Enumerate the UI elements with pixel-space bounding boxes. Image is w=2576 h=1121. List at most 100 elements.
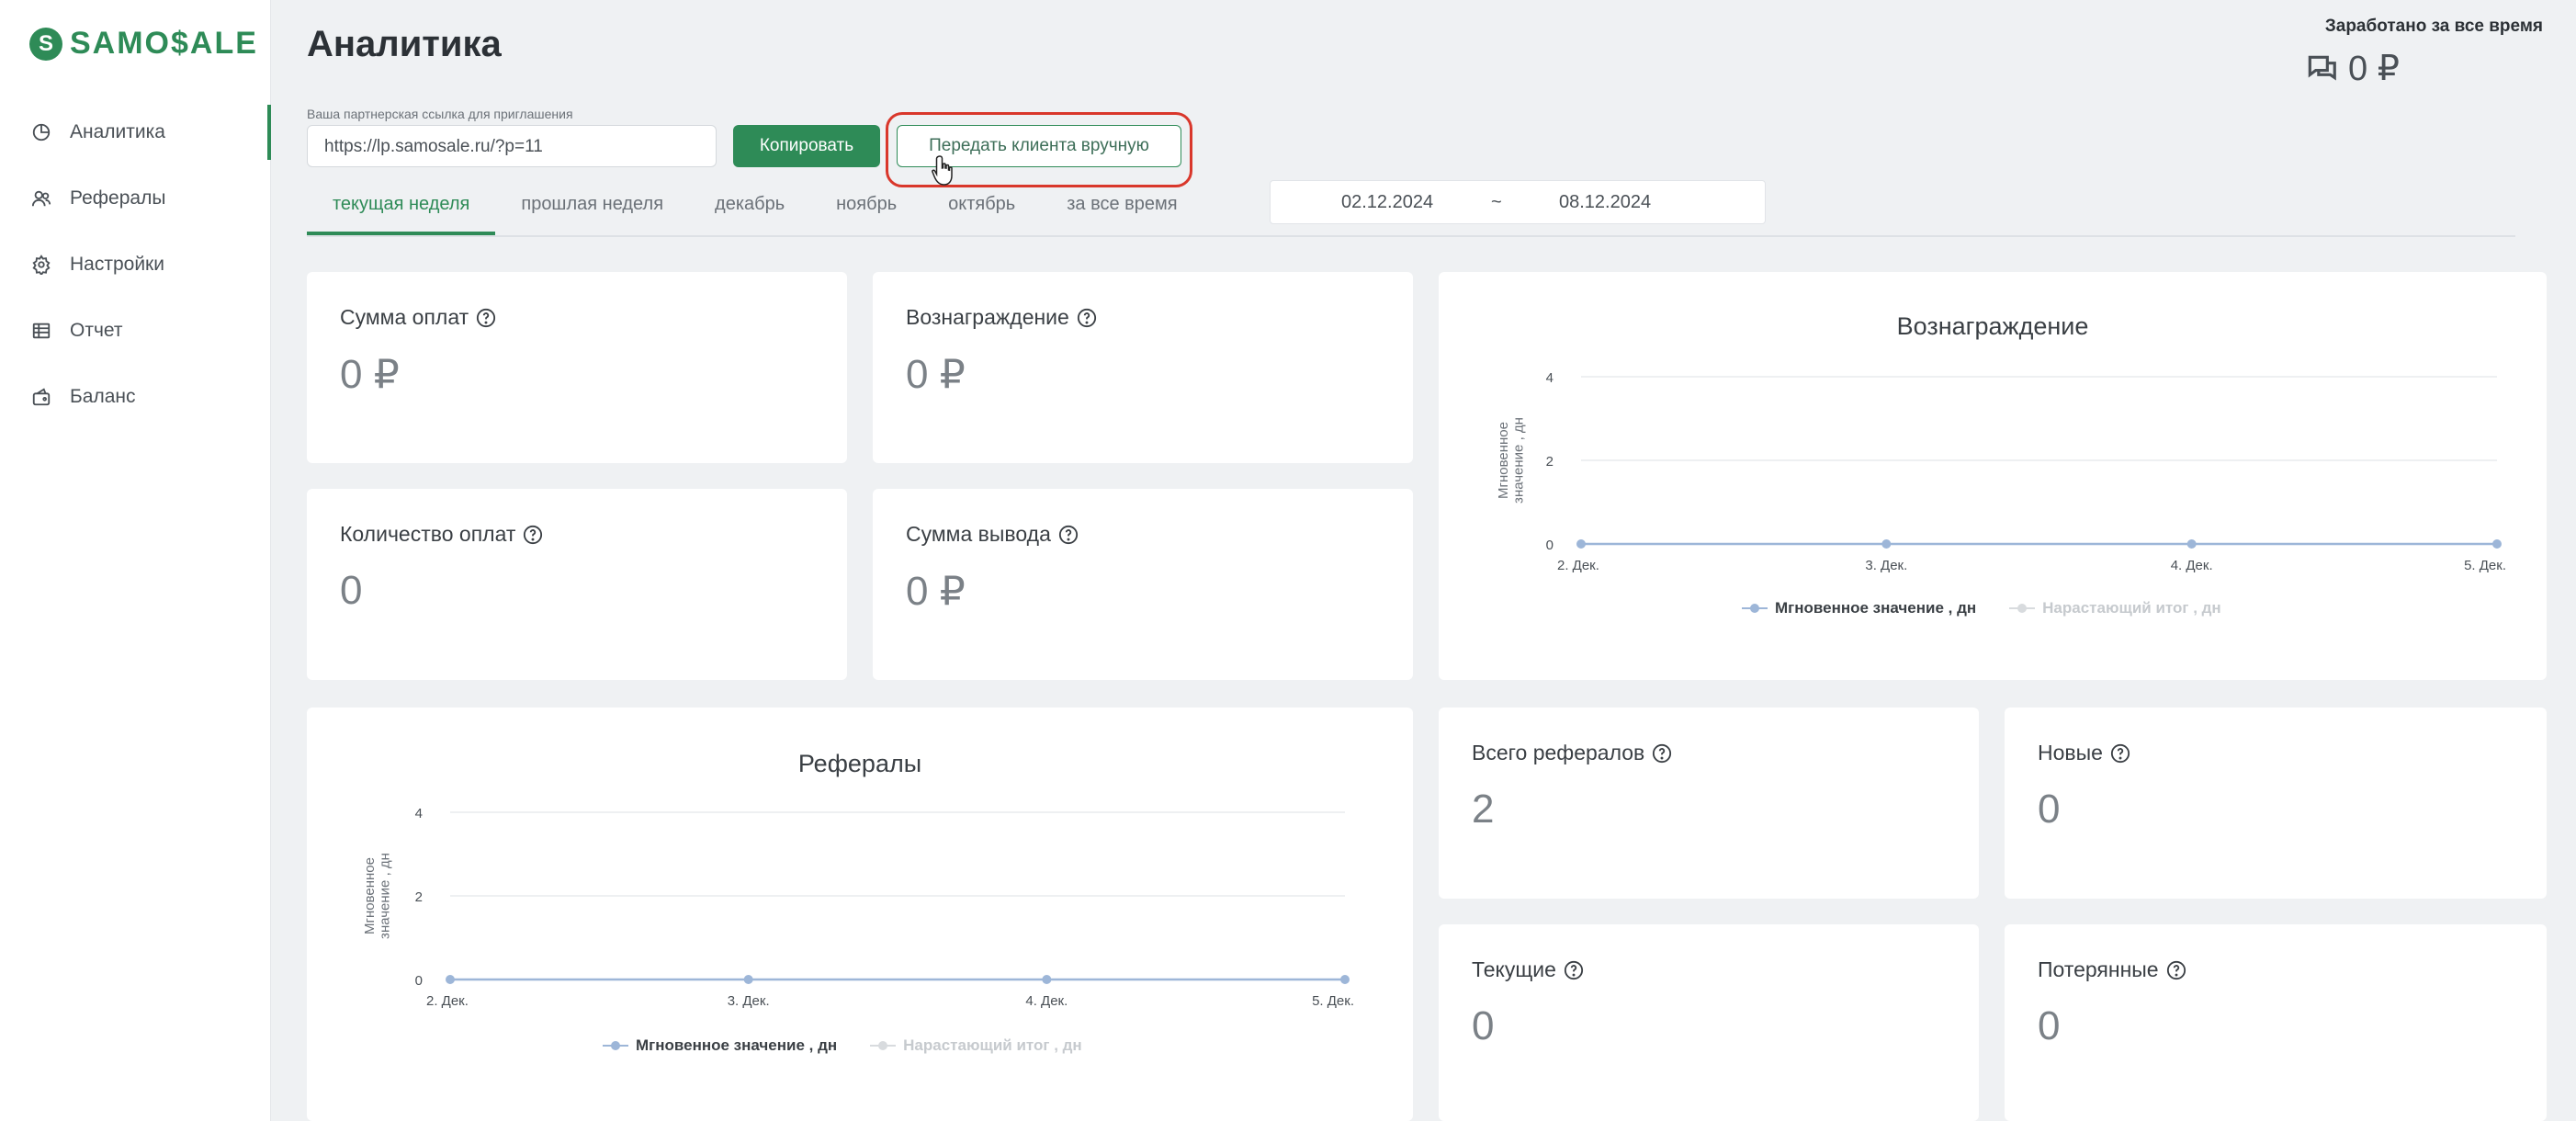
- legend-label: Нарастающий итог , дн: [903, 1036, 1082, 1054]
- legend-item-cumulative[interactable]: Нарастающий итог , дн: [2009, 599, 2221, 617]
- data-point: [1340, 975, 1350, 984]
- help-icon[interactable]: [2166, 960, 2186, 980]
- card-value: 0: [2038, 787, 2061, 832]
- card-value: 0: [2038, 1003, 2061, 1048]
- earned-total-label: Заработано за все время: [2324, 17, 2543, 36]
- table-icon: [31, 321, 51, 341]
- gear-icon: [31, 255, 51, 275]
- card-label: Сумма вывода: [906, 522, 1051, 546]
- users-icon: [31, 188, 51, 209]
- date-to: 08.12.2024: [1559, 191, 1652, 212]
- data-point: [1881, 539, 1892, 549]
- brand-logo[interactable]: S SAMO$ALE: [29, 26, 258, 62]
- sidebar-item-label: Отчет: [70, 320, 123, 341]
- sidebar-item-analytics[interactable]: Аналитика: [0, 99, 271, 165]
- legend-item-instant[interactable]: Мгновенное значение , дн: [1742, 599, 1976, 617]
- x-tick-label: 4. Дек.: [2171, 558, 2213, 573]
- y-tick-label: 0: [415, 973, 423, 989]
- referrals-line-chart: 0 2 4 Мгновенноезначение , дн 2. Дек. 3. Дек.…: [362, 806, 1354, 1009]
- card-total-referrals: Всего рефералов 2: [1439, 708, 1979, 899]
- x-tick-label: 3. Дек.: [1865, 558, 1907, 573]
- date-separator: ~: [1491, 191, 1502, 212]
- y-axis-label-line: Мгновенное: [362, 857, 378, 934]
- y-axis-label-line: Мгновенное: [1496, 422, 1511, 499]
- card-reward: Вознаграждение 0 ₽: [873, 272, 1413, 463]
- sidebar-item-settings[interactable]: Настройки: [0, 232, 270, 298]
- card-label: Новые: [2038, 741, 2103, 764]
- chart-card-referrals: Рефералы 0 2 4 Мгновенноезначение , дн 2. Де…: [307, 708, 1413, 1121]
- tab-all-time[interactable]: за все время: [1041, 184, 1203, 235]
- tab-october[interactable]: октябрь: [922, 184, 1041, 235]
- period-tabs: текущая неделя прошлая неделя декабрь но…: [307, 184, 1203, 237]
- page-title: Аналитика: [307, 24, 502, 64]
- tab-current-week[interactable]: текущая неделя: [307, 184, 496, 235]
- hand-cursor-icon: [932, 155, 953, 186]
- sidebar-item-referrals[interactable]: Рефералы: [0, 165, 270, 232]
- tab-december[interactable]: декабрь: [689, 184, 810, 235]
- card-label: Вознаграждение: [906, 305, 1069, 329]
- legend-item-cumulative[interactable]: Нарастающий итог , дн: [870, 1036, 1082, 1055]
- logo-badge: S: [29, 27, 62, 61]
- y-tick-label: 4: [415, 806, 423, 821]
- sidebar-item-report[interactable]: Отчет: [0, 298, 270, 364]
- logo-text: SAMO$ALE: [70, 26, 258, 61]
- x-tick-label: 2. Дек.: [1557, 558, 1599, 573]
- card-label: Количество оплат: [340, 522, 516, 546]
- card-count-payments: Количество оплат 0: [307, 489, 847, 680]
- chart-legend: Мгновенное значение , дн Нарастающий ито…: [1742, 599, 2254, 617]
- sidebar: S SAMO$ALE Аналитика Рефералы Настройки: [0, 0, 271, 1121]
- earned-total: 0 ₽: [2304, 48, 2400, 89]
- tab-november[interactable]: ноябрь: [810, 184, 922, 235]
- invite-link-label: Ваша партнерская ссылка для приглашения: [307, 107, 573, 121]
- earned-total-value: 0 ₽: [2348, 50, 2400, 88]
- tabs-divider: [307, 235, 2515, 237]
- y-axis-label-line: значение , дн: [378, 853, 393, 939]
- invite-link-field[interactable]: https://lp.samosale.ru/?p=11: [307, 125, 717, 167]
- help-icon[interactable]: [1652, 743, 1672, 764]
- sidebar-item-label: Настройки: [70, 254, 164, 275]
- copy-button[interactable]: Копировать: [733, 125, 880, 167]
- legend-item-instant[interactable]: Мгновенное значение , дн: [603, 1036, 837, 1055]
- sidebar-item-balance[interactable]: Баланс: [0, 364, 270, 430]
- pie-chart-icon: [31, 122, 51, 142]
- help-icon[interactable]: [523, 525, 543, 545]
- legend-marker-icon: [2009, 604, 2036, 613]
- sidebar-item-label: Аналитика: [70, 121, 165, 142]
- card-value: 0 ₽: [340, 352, 400, 397]
- help-icon[interactable]: [1564, 960, 1584, 980]
- legend-marker-icon: [1742, 604, 1768, 613]
- card-label: Всего рефералов: [1472, 741, 1645, 764]
- legend-label: Мгновенное значение , дн: [1775, 599, 1977, 617]
- chat-icon: [2308, 55, 2336, 80]
- card-label: Потерянные: [2038, 957, 2159, 981]
- help-icon[interactable]: [476, 308, 496, 328]
- date-from: 02.12.2024: [1341, 191, 1434, 212]
- x-tick-label: 5. Дек.: [2464, 558, 2506, 573]
- legend-label: Нарастающий итог , дн: [2042, 599, 2221, 617]
- help-icon[interactable]: [1058, 525, 1079, 545]
- y-axis-label: Мгновенноезначение , дн: [362, 853, 393, 939]
- y-tick-label: 2: [1546, 454, 1554, 470]
- help-icon[interactable]: [1077, 308, 1097, 328]
- y-axis-label-line: значение , дн: [1511, 417, 1527, 504]
- card-lost-referrals: Потерянные 0: [2005, 924, 2547, 1121]
- x-tick-label: 3. Дек.: [728, 993, 770, 1009]
- y-tick-label: 2: [415, 889, 423, 905]
- help-icon[interactable]: [2110, 743, 2130, 764]
- tab-last-week[interactable]: прошлая неделя: [495, 184, 689, 235]
- wallet-icon: [31, 387, 51, 407]
- chart-card-reward: Вознаграждение 0 2 4 Мгновенноезначение , д…: [1439, 272, 2547, 680]
- card-value: 0 ₽: [906, 352, 966, 397]
- card-value: 2: [1472, 787, 1495, 832]
- card-value: 0 ₽: [906, 569, 966, 614]
- data-point: [1576, 539, 1586, 549]
- y-axis-label: Мгновенноезначение , дн: [1496, 417, 1527, 504]
- data-point: [2186, 539, 2197, 549]
- x-tick-label: 4. Дек.: [1025, 993, 1068, 1009]
- legend-marker-icon: [870, 1041, 897, 1050]
- card-new-referrals: Новые 0: [2005, 708, 2547, 899]
- legend-label: Мгновенное значение , дн: [636, 1036, 838, 1054]
- date-range-picker[interactable]: 02.12.2024 ~ 08.12.2024: [1270, 180, 1766, 224]
- card-sum-withdraw: Сумма вывода 0 ₽: [873, 489, 1413, 680]
- card-label: Текущие: [1472, 957, 1556, 981]
